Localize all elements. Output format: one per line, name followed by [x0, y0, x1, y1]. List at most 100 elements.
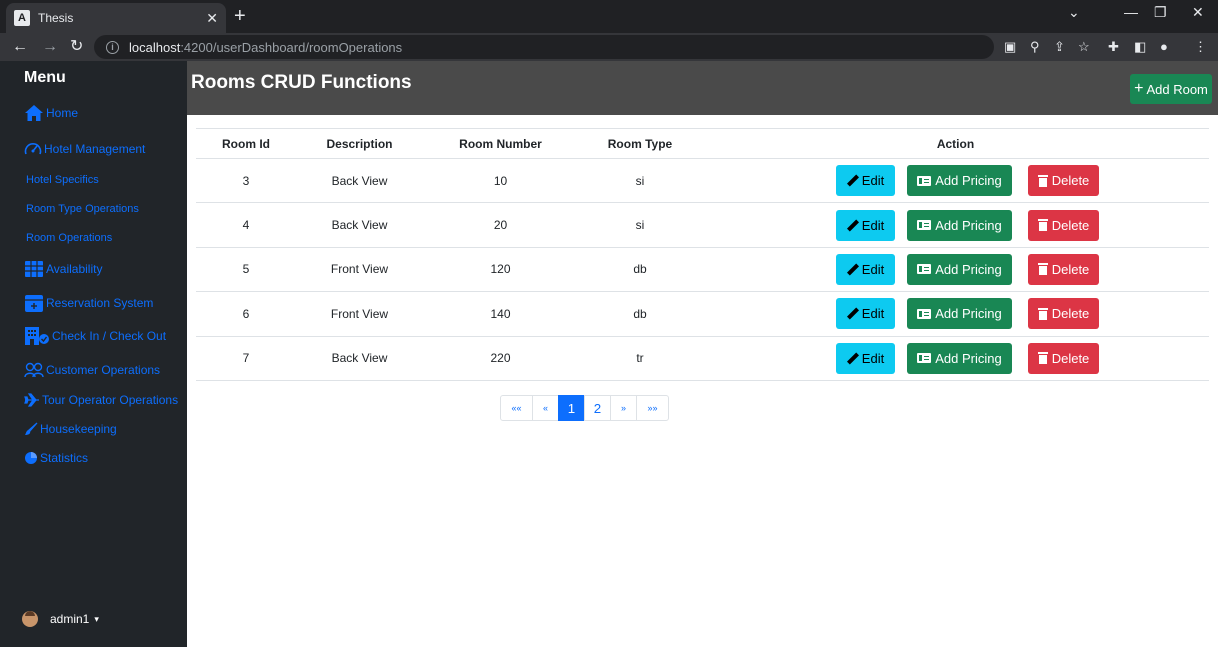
tab-search-chevron-icon[interactable]: ⌄ — [1068, 4, 1080, 21]
card-text-icon — [917, 308, 932, 319]
prev-page-button[interactable]: « — [532, 395, 559, 421]
forward-arrow-icon[interactable]: → — [42, 37, 58, 57]
add-pricing-label: Add Pricing — [935, 261, 1002, 277]
pie-chart-icon — [25, 452, 37, 464]
cell-room-id: 7 — [196, 336, 296, 381]
pencil-icon — [847, 353, 858, 364]
delete-label: Delete — [1051, 306, 1090, 322]
sidebar-item-label: Housekeeping — [40, 422, 117, 436]
browser-tab-bar: A Thesis ✕ + ⌄ — ❐ ✕ — [0, 0, 1218, 33]
row-actions: Edit Add Pricing Delete — [702, 165, 1209, 197]
grid-table-icon — [25, 261, 43, 277]
sidebar-item-home[interactable]: Home — [24, 104, 78, 122]
dashboard-gauge-icon — [24, 143, 42, 155]
sidebar-item-housekeeping[interactable]: Housekeeping — [24, 422, 117, 436]
browser-menu-icon[interactable]: ⋮ — [1194, 39, 1207, 55]
caret-down-icon: ▾ — [94, 613, 99, 624]
sidebar-item-room-operations[interactable]: Room Operations — [26, 232, 112, 244]
cell-room-type: si — [578, 202, 702, 248]
edit-button[interactable]: Edit — [836, 342, 895, 374]
edit-button[interactable]: Edit — [836, 165, 895, 197]
zoom-icon[interactable]: ⚲ — [1030, 39, 1040, 55]
sidebar-item-hotel-management[interactable]: Hotel Management — [24, 141, 145, 156]
restore-icon[interactable]: ❐ — [1154, 4, 1167, 21]
add-pricing-button[interactable]: Add Pricing — [907, 165, 1012, 197]
edit-label: Edit — [861, 261, 885, 277]
minimize-icon[interactable]: — — [1124, 4, 1138, 20]
pencil-icon — [847, 220, 858, 231]
sidebar-item-check-in-check-out[interactable]: Check In / Check Out — [24, 326, 166, 346]
building-check-icon — [25, 327, 49, 345]
sidebar-item-tour-operator-operations[interactable]: Tour Operator Operations — [24, 393, 178, 407]
sidebar-item-label: Home — [46, 106, 79, 120]
bookmark-star-icon[interactable]: ☆ — [1078, 39, 1090, 55]
add-pricing-button[interactable]: Add Pricing — [907, 209, 1012, 241]
add-pricing-label: Add Pricing — [935, 306, 1002, 322]
window-close-icon[interactable]: ✕ — [1192, 4, 1204, 21]
delete-button[interactable]: Delete — [1028, 165, 1099, 197]
airplane-icon — [24, 393, 39, 407]
address-bar[interactable]: i localhost:4200/userDashboard/roomOpera… — [94, 35, 994, 59]
room-number: 140 — [490, 306, 511, 321]
calendar-plus-icon — [25, 295, 43, 312]
cell-actions: Edit Add Pricing Delete — [702, 158, 1209, 204]
last-page-button[interactable]: »» — [636, 395, 669, 421]
delete-label: Delete — [1051, 350, 1090, 366]
reload-icon[interactable]: ↻ — [70, 37, 83, 57]
delete-button[interactable]: Delete — [1028, 342, 1099, 374]
room-type: tr — [636, 351, 644, 366]
next-page-button[interactable]: » — [610, 395, 637, 421]
sidebar-item-statistics[interactable]: Statistics — [24, 451, 88, 465]
user-menu[interactable]: admin1 ▾ — [22, 611, 99, 627]
add-pricing-label: Add Pricing — [935, 217, 1002, 233]
table-row: 7 Back View 220 tr Edit Add Pricing Dele… — [196, 336, 1209, 381]
profile-icon[interactable]: ● — [1160, 39, 1168, 55]
pencil-icon — [847, 175, 858, 186]
cell-room-type: si — [578, 158, 702, 204]
translate-icon[interactable]: ▣ — [1004, 39, 1016, 55]
trash-icon — [1037, 219, 1048, 232]
delete-button[interactable]: Delete — [1028, 298, 1099, 330]
column-header-room-id: Room Id — [196, 128, 296, 159]
column-header-description: Description — [296, 128, 423, 159]
add-pricing-button[interactable]: Add Pricing — [907, 342, 1012, 374]
room-number: 20 — [493, 218, 508, 233]
add-room-button[interactable]: + Add Room — [1130, 74, 1212, 104]
sidebar: Menu Home Hotel Management Hotel Specifi… — [0, 61, 187, 647]
page-header: Rooms CRUD Functions + Add Room — [187, 61, 1218, 115]
sidebar-item-customer-operations[interactable]: Customer Operations — [24, 362, 160, 378]
delete-button[interactable]: Delete — [1028, 209, 1099, 241]
room-type: db — [633, 306, 647, 321]
page-1-button[interactable]: 1 — [558, 395, 585, 421]
new-tab-icon[interactable]: + — [234, 5, 246, 27]
cell-description: Back View — [296, 202, 423, 248]
delete-button[interactable]: Delete — [1028, 253, 1099, 285]
table-row: 5 Front View 120 db Edit Add Pricing Del… — [196, 247, 1209, 293]
add-pricing-button[interactable]: Add Pricing — [907, 253, 1012, 285]
back-arrow-icon[interactable]: ← — [12, 37, 28, 57]
side-panel-icon[interactable]: ◧ — [1134, 39, 1146, 55]
edit-button[interactable]: Edit — [836, 298, 895, 330]
sidebar-item-room-type-operations[interactable]: Room Type Operations — [26, 203, 139, 215]
extensions-puzzle-icon[interactable]: ✚ — [1108, 39, 1119, 55]
tab-close-icon[interactable]: ✕ — [206, 10, 218, 27]
browser-tab[interactable]: A Thesis ✕ — [6, 3, 226, 33]
avatar — [22, 611, 38, 627]
sidebar-item-hotel-specifics[interactable]: Hotel Specifics — [26, 174, 99, 186]
site-info-icon[interactable]: i — [106, 40, 119, 54]
add-pricing-button[interactable]: Add Pricing — [907, 298, 1012, 330]
sidebar-item-reservation-system[interactable]: Reservation System — [24, 293, 153, 313]
edit-button[interactable]: Edit — [836, 209, 895, 241]
table-header-row: Room Id Description Room Number Room Typ… — [196, 128, 1209, 159]
home-icon — [25, 105, 43, 121]
room-type: si — [635, 173, 645, 188]
cell-room-id: 4 — [196, 202, 296, 248]
cell-room-number: 20 — [423, 202, 578, 248]
edit-label: Edit — [861, 306, 885, 322]
edit-button[interactable]: Edit — [836, 253, 895, 285]
share-icon[interactable]: ⇪ — [1054, 39, 1065, 55]
page-2-button[interactable]: 2 — [584, 395, 611, 421]
sidebar-item-availability[interactable]: Availability — [24, 260, 102, 278]
first-page-button[interactable]: «« — [500, 395, 533, 421]
room-id: 6 — [242, 306, 250, 321]
